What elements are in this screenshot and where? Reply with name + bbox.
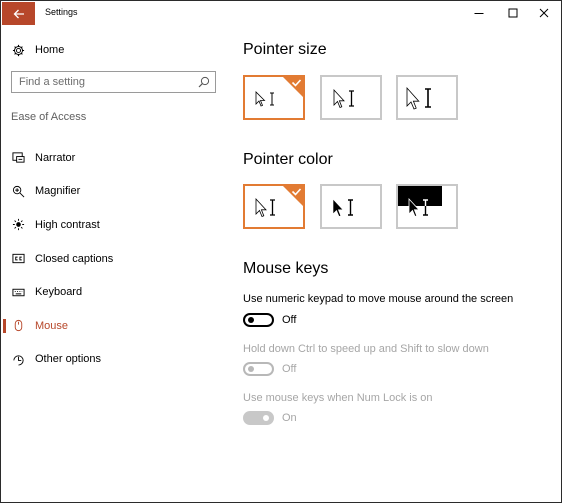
- numeric-keypad-toggle[interactable]: [243, 313, 274, 327]
- closed-captions-icon: [11, 252, 25, 266]
- narrator-icon: [11, 151, 25, 165]
- sidebar-item-closed-captions[interactable]: Closed captions: [1, 242, 223, 276]
- pointer-size-heading: Pointer size: [243, 41, 327, 58]
- section-label: Ease of Access: [11, 111, 87, 123]
- toggle-knob: [263, 415, 269, 421]
- sidebar-item-high-contrast[interactable]: High contrast: [1, 208, 223, 242]
- pointer-size-option-1[interactable]: [243, 75, 305, 120]
- sidebar-item-label: Mouse: [35, 319, 69, 332]
- back-button[interactable]: [2, 2, 35, 25]
- num-lock-toggle-state: On: [282, 412, 297, 424]
- sidebar-item-label: Narrator: [35, 151, 76, 164]
- other-options-icon: [11, 352, 25, 366]
- sidebar-item-label: Other options: [35, 353, 102, 366]
- minimize-button[interactable]: [462, 1, 496, 25]
- title-bar: Settings: [1, 1, 561, 25]
- numeric-keypad-setting-label: Use numeric keypad to move mouse around …: [243, 293, 514, 305]
- window-title: Settings: [45, 7, 78, 17]
- selected-check-icon: [283, 186, 303, 206]
- pointer-size-option-2[interactable]: [320, 75, 382, 120]
- magnifier-icon: [11, 184, 25, 198]
- nav-home-label: Home: [35, 44, 65, 56]
- numeric-keypad-toggle-state: Off: [282, 314, 297, 326]
- pointer-color-option-inverted[interactable]: [396, 184, 458, 229]
- maximize-icon: [508, 8, 518, 18]
- inverted-pointer-preview: [398, 186, 442, 218]
- pointer-color-option-black[interactable]: [320, 184, 382, 229]
- ctrl-shift-speed-setting-label: Hold down Ctrl to speed up and Shift to …: [243, 343, 489, 355]
- pointer-preview: [333, 88, 354, 109]
- sidebar-item-other-options[interactable]: Other options: [1, 343, 223, 377]
- gear-icon: [11, 43, 25, 57]
- back-arrow-icon: [13, 9, 24, 18]
- sidebar-item-magnifier[interactable]: Magnifier: [1, 175, 223, 209]
- maximize-button[interactable]: [496, 1, 530, 25]
- close-button[interactable]: [527, 1, 561, 25]
- ctrl-shift-speed-toggle[interactable]: [243, 362, 274, 376]
- pointer-preview: [406, 86, 431, 110]
- mouse-icon: [11, 319, 25, 333]
- num-lock-toggle[interactable]: [243, 411, 274, 425]
- close-icon: [539, 8, 549, 18]
- pointer-color-heading: Pointer color: [243, 151, 333, 168]
- sidebar-item-narrator[interactable]: Narrator: [1, 141, 223, 175]
- num-lock-setting-label: Use mouse keys when Num Lock is on: [243, 392, 433, 404]
- keyboard-icon: [11, 285, 25, 299]
- mouse-keys-heading: Mouse keys: [243, 260, 329, 277]
- pointer-size-option-3[interactable]: [396, 75, 458, 120]
- ctrl-shift-speed-toggle-state: Off: [282, 363, 297, 375]
- sidebar-item-label: Closed captions: [35, 252, 114, 265]
- sidebar-item-keyboard[interactable]: Keyboard: [1, 275, 223, 309]
- pointer-color-option-white[interactable]: [243, 184, 305, 229]
- sidebar-item-mouse[interactable]: Mouse: [1, 309, 223, 343]
- sidebar-item-label: Keyboard: [35, 286, 83, 299]
- search-box[interactable]: [11, 71, 216, 93]
- settings-window: Settings Home Find a setting Ease of Acc…: [0, 0, 562, 503]
- black-pointer-preview: [332, 198, 353, 217]
- selected-check-icon: [283, 77, 303, 97]
- nav-list: Narrator Magnifier High contrast Closed …: [1, 141, 223, 376]
- nav-home[interactable]: Home: [11, 42, 64, 58]
- high-contrast-icon: [11, 218, 25, 232]
- sidebar-item-label: Magnifier: [35, 185, 81, 198]
- search-input[interactable]: [12, 72, 192, 92]
- sidebar-item-label: High contrast: [35, 218, 100, 231]
- toggle-knob: [248, 366, 254, 372]
- toggle-knob: [248, 317, 254, 323]
- search-icon[interactable]: [198, 76, 210, 88]
- minimize-icon: [474, 13, 484, 14]
